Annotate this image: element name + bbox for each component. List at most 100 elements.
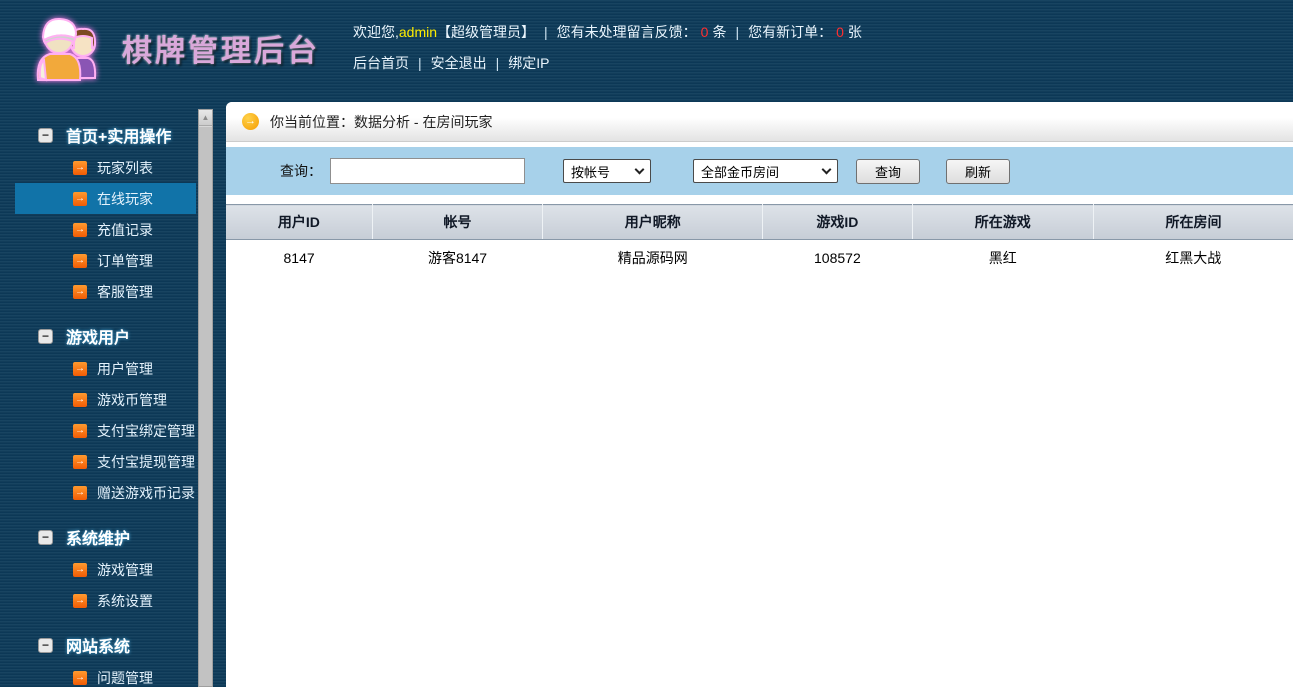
- arrow-icon: →: [73, 392, 87, 407]
- table-column-header: 帐号: [372, 204, 544, 240]
- sidebar-item[interactable]: → 系统设置: [15, 585, 196, 616]
- sidebar-item[interactable]: → 玩家列表: [15, 152, 196, 183]
- arrow-icon: →: [73, 284, 87, 299]
- arrow-icon: →: [73, 670, 87, 685]
- welcome-area: 欢迎您,admin【超级管理员】 | 您有未处理留言反馈： 0 条 | 您有新订单： 0 张 后…: [353, 22, 862, 73]
- arrow-icon: →: [73, 191, 87, 206]
- collapse-icon[interactable]: −: [38, 529, 53, 545]
- breadcrumb-arrow-icon: →: [242, 113, 259, 130]
- filter-bar: 查询： 按帐号 全部金币房间 查询 刷新: [226, 147, 1293, 195]
- sidebar-item[interactable]: → 游戏管理: [15, 554, 196, 585]
- table-header-row: 用户ID 帐号 用户昵称 游戏ID 所在游戏 所在房间: [226, 204, 1293, 240]
- breadcrumb: → 你当前位置：数据分析 - 在房间玩家: [226, 102, 1293, 142]
- feedback-count: 0: [700, 24, 709, 40]
- logo-area: 棋牌管理后台: [26, 8, 320, 88]
- orders-unit: 张: [847, 24, 862, 40]
- collapse-icon[interactable]: −: [38, 127, 53, 143]
- chevron-down-icon: [821, 164, 832, 174]
- search-field-select[interactable]: 按帐号: [563, 159, 651, 183]
- arrow-icon: →: [73, 562, 87, 577]
- nav-link-bind-ip[interactable]: 绑定IP: [508, 55, 549, 71]
- separator: |: [735, 24, 740, 40]
- sidebar-item[interactable]: → 支付宝提现管理: [15, 446, 196, 477]
- table-column-header: 用户ID: [226, 204, 373, 240]
- query-label: 查询：: [280, 163, 322, 179]
- arrow-icon: →: [73, 593, 87, 608]
- collapse-icon[interactable]: −: [38, 637, 53, 653]
- nav-link-home[interactable]: 后台首页: [353, 55, 409, 71]
- sidebar-item-label: 赠送游戏币记录: [97, 484, 195, 501]
- query-button[interactable]: 查询: [856, 158, 920, 184]
- orders-count: 0: [836, 24, 844, 40]
- top-header: 棋牌管理后台 欢迎您,admin【超级管理员】 | 您有未处理留言反馈： 0 条 | 您有新…: [0, 0, 1293, 96]
- breadcrumb-prefix: 你当前位置：: [270, 113, 354, 130]
- sidebar-item[interactable]: → 问题管理: [15, 662, 196, 687]
- table-cell: 红黑大战: [1093, 239, 1293, 276]
- sidebar-item-label: 玩家列表: [97, 159, 153, 176]
- arrow-icon: →: [73, 423, 87, 438]
- table-body: 8147 游客8147 精品源码网 108572 黑红 红黑大战: [226, 239, 1293, 276]
- separator: |: [544, 24, 548, 40]
- arrow-icon: →: [73, 160, 87, 175]
- arrow-icon: →: [73, 485, 87, 500]
- sidebar-item[interactable]: → 支付宝绑定管理: [15, 415, 196, 446]
- room-select[interactable]: 全部金币房间: [693, 159, 838, 183]
- sidebar-item-label: 用户管理: [97, 360, 153, 377]
- body-row: − 首页+实用操作 → 玩家列表 → 在线玩家 → 充值记录 → 订单管理 → 客服管理 − 游戏用户 → 用…: [0, 96, 1293, 687]
- collapse-icon[interactable]: −: [38, 328, 53, 344]
- refresh-button[interactable]: 刷新: [946, 158, 1010, 184]
- sidebar-item-label: 客服管理: [97, 283, 153, 300]
- sidebar-item-label: 支付宝绑定管理: [97, 422, 195, 439]
- sidebar-item[interactable]: → 在线玩家: [15, 183, 196, 214]
- sidebar-item[interactable]: → 订单管理: [15, 245, 196, 276]
- sidebar-section-header[interactable]: − 系统维护: [0, 520, 196, 554]
- sidebar-item-label: 问题管理: [97, 669, 153, 686]
- scrollbar-thumb[interactable]: [199, 126, 212, 686]
- scroll-up-icon: ▲: [201, 113, 210, 122]
- app-logo-icon: [36, 17, 97, 82]
- table-cell: 精品源码网: [542, 239, 763, 276]
- welcome-greeting: 欢迎您,: [353, 24, 399, 40]
- arrow-icon: →: [73, 454, 87, 469]
- separator: |: [418, 55, 422, 71]
- table-column-header: 用户昵称: [542, 204, 764, 240]
- orders-label: 您有新订单：: [748, 24, 833, 40]
- table-column-header: 游戏ID: [762, 204, 913, 240]
- sidebar-menu: − 首页+实用操作 → 玩家列表 → 在线玩家 → 充值记录 → 订单管理 → 客服管理 − 游戏用户 → 用…: [0, 106, 196, 687]
- arrow-icon: →: [73, 361, 87, 376]
- table-row[interactable]: 8147 游客8147 精品源码网 108572 黑红 红黑大战: [226, 239, 1293, 276]
- feedback-unit: 条: [712, 24, 727, 40]
- table-column-header: 所在房间: [1093, 204, 1293, 240]
- app-title: 棋牌管理后台: [122, 35, 320, 68]
- arrow-icon: →: [73, 253, 87, 268]
- sidebar-section-label: 首页+实用操作: [66, 129, 172, 146]
- sidebar-item-label: 游戏币管理: [97, 391, 167, 408]
- sidebar-section-header[interactable]: − 首页+实用操作: [0, 118, 196, 152]
- table-cell: 游客8147: [372, 239, 543, 276]
- page-root: 棋牌管理后台 欢迎您,admin【超级管理员】 | 您有未处理留言反馈： 0 条 | 您有新…: [0, 0, 1293, 687]
- role-text: 【超级管理员】: [437, 24, 536, 40]
- sidebar-item[interactable]: → 用户管理: [15, 353, 196, 384]
- content-panel: → 你当前位置：数据分析 - 在房间玩家 查询： 按帐号 全部金币房间 查询 刷…: [226, 102, 1293, 687]
- sidebar-section-header[interactable]: − 游戏用户: [0, 319, 196, 353]
- welcome-line: 欢迎您,admin【超级管理员】 | 您有未处理留言反馈： 0 条 | 您有新订单： 0 张: [353, 22, 862, 42]
- username-text: admin: [398, 24, 438, 40]
- sidebar-section-label: 游戏用户: [66, 330, 131, 347]
- scroll-up-button[interactable]: ▲: [199, 110, 212, 126]
- sidebar-section-header[interactable]: − 网站系统: [0, 628, 196, 662]
- sidebar-item[interactable]: → 赠送游戏币记录: [15, 477, 196, 508]
- sidebar-item[interactable]: → 充值记录: [15, 214, 196, 245]
- separator: |: [495, 55, 500, 71]
- table-column-header: 所在游戏: [912, 204, 1094, 240]
- chevron-down-icon: [634, 164, 645, 174]
- query-input[interactable]: [330, 158, 525, 184]
- sidebar-item[interactable]: → 游戏币管理: [15, 384, 196, 415]
- table-cell: 黑红: [912, 239, 1094, 276]
- sidebar-item[interactable]: → 客服管理: [15, 276, 196, 307]
- sidebar-scrollbar[interactable]: ▲: [198, 109, 213, 687]
- sidebar-item-label: 系统设置: [97, 592, 153, 609]
- table-cell: 8147: [226, 239, 373, 276]
- nav-link-logout[interactable]: 安全退出: [431, 55, 487, 71]
- room-select-value: 全部金币房间: [701, 164, 780, 180]
- sidebar-section-label: 网站系统: [66, 639, 131, 656]
